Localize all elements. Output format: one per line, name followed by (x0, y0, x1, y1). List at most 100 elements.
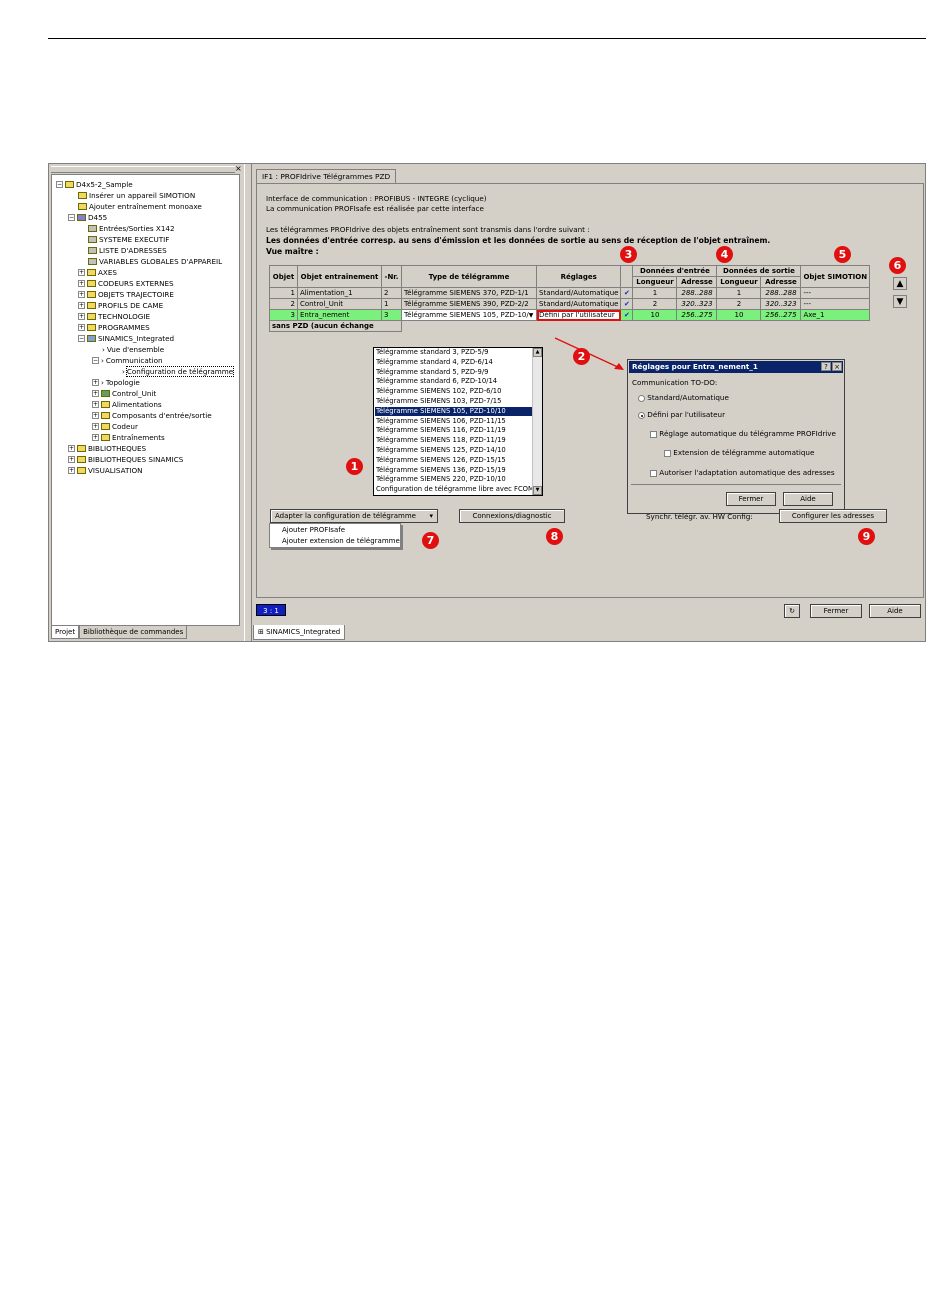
folder-icon (87, 291, 96, 298)
tree-item-overview[interactable]: › Vue d'ensemble (102, 345, 164, 354)
chevron-down-icon[interactable]: ▼ (529, 312, 534, 319)
dropdown-option[interactable]: Télégramme SIEMENS 116, PZD-11/19 (375, 426, 532, 435)
tree-item-ext-encoders[interactable]: + CODEURS EXTERNES (78, 279, 174, 288)
table-row[interactable]: sans PZD (aucun échange (269, 320, 870, 332)
menu-item-add-extension[interactable]: Ajouter extension de télégramme (282, 537, 400, 545)
tree-item-drives[interactable]: + Entraînements (92, 433, 165, 442)
tree-item-axes[interactable]: + AXES (78, 268, 117, 277)
tree-item-io[interactable]: Entrées/Sorties X142 (88, 224, 175, 233)
telegram-type-dropdown[interactable]: Télégramme standard 3, PZD-5/9 Télégramm… (373, 347, 543, 496)
tree-item-add-drive[interactable]: Ajouter entraînement monoaxe (78, 202, 202, 211)
cell-reglages[interactable]: Standard/Automatique (535, 298, 622, 310)
panel-grip[interactable] (51, 166, 235, 173)
help-icon[interactable]: ? (821, 362, 831, 371)
tree-item-sinamics[interactable]: − SINAMICS_Integrated (78, 334, 174, 343)
dropdown-option[interactable]: Télégramme standard 4, PZD-6/14 (375, 358, 532, 367)
dialog-help-button[interactable]: Aide (783, 492, 833, 506)
checkmark-icon: ✔ (620, 298, 634, 310)
cell-adresse-in: 288..288 (676, 287, 718, 299)
telegram-type-select[interactable]: Télégramme SIEMENS 105, PZD-10/▼ (401, 309, 537, 321)
folder-icon (101, 401, 110, 408)
tree-item-telegram-config[interactable]: › Configuration de télégramme (122, 366, 235, 377)
project-navigator: × − D4x5-2_Sample Insérer un appareil SIM… (49, 164, 244, 641)
cell-no-pzd: sans PZD (aucun échange (269, 320, 402, 332)
tab-project[interactable]: Projet (51, 626, 80, 639)
tree-item-topology[interactable]: + › Topologie (92, 378, 140, 387)
tree-item-insert-simotion[interactable]: Insérer un appareil SIMOTION (78, 191, 195, 200)
settings-user-defined-button[interactable]: Défini par l'utilisateur (535, 309, 622, 321)
table-row[interactable]: 2 Control_Unit 1 Télégramme SIEMENS 390,… (269, 298, 871, 310)
close-icon[interactable]: × (832, 362, 842, 371)
tab-sinamics-integrated[interactable]: ⊞ SINAMICS_Integrated (253, 625, 346, 640)
telegram-config-panel: IF1 : PROFIdrive Télégrammes PZD Interfa… (253, 164, 925, 641)
page-rule (48, 38, 926, 39)
dropdown-scrollbar[interactable]: ▲ ▼ (532, 348, 542, 495)
cell-nr: 1 (381, 298, 402, 310)
tree-item-cam-profiles[interactable]: + PROFILS DE CAME (78, 301, 163, 310)
col-check (620, 265, 634, 288)
connexions-diagnostic-button[interactable]: Connexions/diagnostic (459, 509, 565, 523)
scroll-up-icon[interactable]: ▲ (533, 348, 542, 357)
dropdown-option[interactable]: Télégramme SIEMENS 125, PZD-14/10 (375, 446, 532, 455)
callout-badge: 2 (573, 348, 590, 365)
adapt-config-label: Adapter la configuration de télégramme (275, 512, 416, 520)
callout-badge: 1 (346, 458, 363, 475)
table-row-selected[interactable]: 3 Entra_nement 3 Télégramme SIEMENS 105,… (269, 309, 871, 321)
help-button[interactable]: Aide (869, 604, 921, 618)
close-button[interactable]: Fermer (810, 604, 862, 618)
radio-user-defined[interactable]: Défini par l'utilisateur (638, 410, 725, 419)
menu-item-add-profisafe[interactable]: Ajouter PROFIsafe (282, 526, 345, 534)
checkbox-auto-telegram[interactable]: Réglage automatique du télégramme PROFId… (650, 429, 836, 438)
dropdown-option[interactable]: Télégramme SIEMENS 102, PZD-6/10 (375, 387, 532, 396)
dropdown-option[interactable]: Télégramme standard 3, PZD-5/9 (375, 348, 532, 357)
tree-item-communication[interactable]: − › Communication (92, 356, 163, 365)
dialog-close-button[interactable]: Fermer (726, 492, 776, 506)
tab-if1-telegrams[interactable]: IF1 : PROFIdrive Télégrammes PZD (256, 169, 397, 183)
dialog-section-label: Communication TO-DO: (632, 378, 718, 387)
cell-type[interactable]: Télégramme SIEMENS 370, PZD-1/1 (401, 287, 537, 299)
refresh-icon[interactable]: ↻ (784, 604, 800, 618)
dropdown-option[interactable]: Télégramme SIEMENS 126, PZD-15/15 (375, 456, 532, 465)
close-icon[interactable]: × (235, 164, 242, 173)
table-row[interactable]: 1 Alimentation_1 2 Télégramme SIEMENS 37… (269, 287, 871, 299)
dropdown-option[interactable]: Télégramme SIEMENS 103, PZD-7/15 (375, 397, 532, 406)
dropdown-option[interactable]: Télégramme standard 5, PZD-9/9 (375, 368, 532, 377)
tree-item-system[interactable]: SYSTEME EXECUTIF (88, 235, 169, 244)
adapt-config-button[interactable]: Adapter la configuration de télégramme ▾ (270, 509, 438, 523)
tree-item-path-objects[interactable]: + OBJETS TRAJECTOIRE (78, 290, 174, 299)
checkbox-auto-address[interactable]: Autoriser l'adaptation automatique des a… (650, 468, 835, 477)
radio-checked-icon (638, 411, 645, 419)
move-down-icon[interactable]: ▼ (893, 295, 907, 308)
radio-standard[interactable]: Standard/Automatique (638, 393, 729, 402)
tree-item-global-vars[interactable]: VARIABLES GLOBALES D'APPAREIL (88, 257, 222, 266)
dropdown-option[interactable]: Télégramme SIEMENS 118, PZD-11/19 (375, 436, 532, 445)
tree-item-address-list[interactable]: LISTE D'ADRESSES (88, 246, 167, 255)
dropdown-option[interactable]: Configuration de télégramme libre avec F… (375, 485, 532, 494)
dropdown-option[interactable]: Télégramme SIEMENS 220, PZD-10/10 (375, 475, 532, 484)
move-up-icon[interactable]: ▲ (893, 277, 907, 290)
tree-item-encoder[interactable]: + Codeur (92, 422, 138, 431)
tab-command-library[interactable]: Bibliothèque de commandes (79, 626, 188, 639)
configure-addresses-button[interactable]: Configurer les adresses (779, 509, 887, 523)
tree-item-programs[interactable]: + PROGRAMMES (78, 323, 150, 332)
tree-item-visualisation[interactable]: + VISUALISATION (68, 466, 143, 475)
checkbox-auto-extension[interactable]: Extension de télégramme automatique (664, 448, 814, 457)
tree-item-power-supplies[interactable]: + Alimentations (92, 400, 162, 409)
cell-reglages[interactable]: Standard/Automatique (535, 287, 622, 299)
tree-item-d455[interactable]: − D455 (68, 213, 107, 222)
tree-item-io-components[interactable]: + Composants d'entrée/sortie (92, 411, 212, 420)
tree-item-control-unit[interactable]: + Control_Unit (92, 389, 156, 398)
dropdown-option-selected[interactable]: Télégramme SIEMENS 105, PZD-10/10 (375, 406, 532, 416)
project-tree: − D4x5-2_Sample Insérer un appareil SIMOT… (51, 174, 240, 626)
panel-splitter[interactable] (244, 164, 252, 641)
tree-item-libraries[interactable]: + BIBLIOTHEQUES (68, 444, 146, 453)
scroll-down-icon[interactable]: ▼ (533, 486, 542, 495)
cell-type[interactable]: Télégramme SIEMENS 390, PZD-2/2 (401, 298, 537, 310)
tree-item-sinamics-libraries[interactable]: + BIBLIOTHEQUES SINAMICS (68, 455, 183, 464)
tree-item-technology[interactable]: + TECHNOLOGIE (78, 312, 150, 321)
tree-item-project[interactable]: − D4x5-2_Sample (56, 180, 133, 189)
dropdown-option[interactable]: Télégramme standard 6, PZD-10/14 (375, 377, 532, 386)
dropdown-option[interactable]: Télégramme SIEMENS 136, PZD-15/19 (375, 466, 532, 475)
dropdown-option[interactable]: Télégramme SIEMENS 106, PZD-11/15 (375, 417, 532, 426)
cell-adresse-in: 320..323 (676, 298, 718, 310)
